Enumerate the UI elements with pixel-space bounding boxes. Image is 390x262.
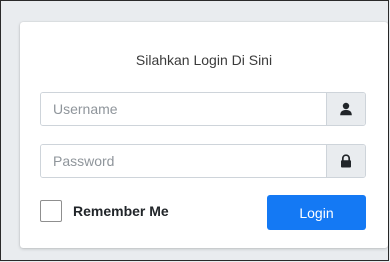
- user-icon: [339, 102, 353, 116]
- remember-me-row: Remember Me: [40, 200, 169, 222]
- password-input[interactable]: [41, 145, 326, 177]
- login-card: Silahkan Login Di Sini Remember Me: [20, 22, 388, 248]
- username-addon: [326, 93, 365, 125]
- username-input[interactable]: [41, 93, 326, 125]
- password-addon: [326, 145, 365, 177]
- lock-icon: [339, 154, 353, 168]
- remember-me-label[interactable]: Remember Me: [73, 203, 169, 219]
- username-input-group: [40, 92, 366, 126]
- login-button[interactable]: Login: [267, 195, 366, 230]
- password-input-group: [40, 144, 366, 178]
- login-title: Silahkan Login Di Sini: [135, 52, 273, 68]
- remember-me-checkbox[interactable]: [40, 200, 62, 222]
